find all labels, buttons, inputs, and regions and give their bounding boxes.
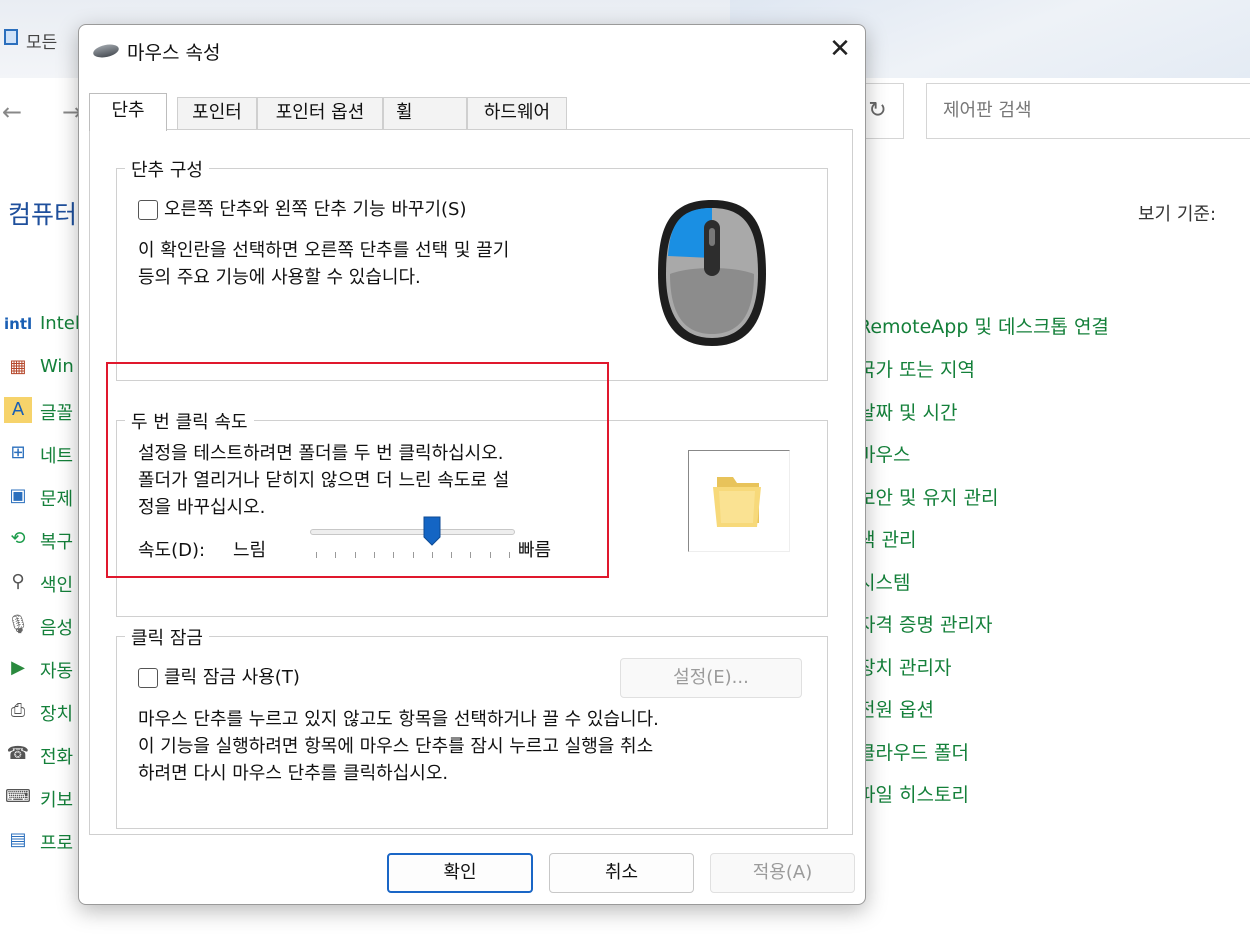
button-config-legend: 단추 구성: [125, 156, 209, 182]
double-click-legend: 두 번 클릭 속도: [125, 408, 254, 434]
list-item[interactable]: 장치 관리자: [858, 653, 951, 680]
slider-tick: [316, 552, 317, 558]
click-lock-settings-button[interactable]: 설정(E)...: [620, 658, 802, 698]
slider-tick: [373, 552, 375, 558]
list-item[interactable]: 보안 및 유지 관리: [858, 483, 998, 510]
list-item[interactable]: 날짜 및 시간: [858, 398, 957, 425]
switch-buttons-checkbox[interactable]: [138, 200, 158, 220]
control-panel-title: 모든: [26, 33, 58, 53]
click-lock-checkbox[interactable]: [138, 668, 158, 688]
list-item[interactable]: 전원 옵션: [858, 695, 934, 722]
list-item[interactable]: ▶ 자동: [0, 649, 80, 685]
list-item[interactable]: ⟲ 복구: [0, 520, 80, 556]
speed-label: 속도(D):: [138, 540, 206, 561]
tab-buttons[interactable]: 단추: [89, 93, 167, 131]
slider-tick: [393, 552, 395, 558]
view-by-label: 보기 기준:: [1138, 204, 1217, 225]
troubleshoot-icon: ▣: [9, 485, 27, 506]
click-lock-label[interactable]: 클릭 잠금 사용(T): [164, 666, 300, 690]
button-config-desc: 등의 주요 기능에 사용할 수 있습니다.: [138, 267, 421, 288]
list-item[interactable]: ▣ 문제: [0, 477, 80, 513]
cancel-button[interactable]: 취소: [549, 853, 694, 893]
mouse-properties-dialog: 마우스 속성 ✕ 단추 포인터 포인터 옵션 휠 하드웨어 단추 구성 오른쪽 …: [78, 24, 866, 905]
tab-pointer-options[interactable]: 포인터 옵션: [257, 97, 383, 129]
click-lock-legend: 클릭 잠금: [125, 624, 209, 650]
search-input[interactable]: 제어판 검색: [926, 83, 1250, 139]
control-panel-icon: [4, 29, 18, 45]
mouse-illustration: [614, 174, 810, 372]
programs-icon: ▤: [9, 829, 27, 850]
list-item[interactable]: 🎙 음성: [0, 606, 80, 642]
click-lock-desc: 하려면 다시 마우스 단추를 클릭하십시오.: [138, 763, 449, 784]
slow-label: 느림: [233, 540, 267, 561]
tab-pointers[interactable]: 포인터: [177, 97, 257, 129]
button-config-desc: 이 확인란을 선택하면 오른쪽 단추를 선택 및 끌기: [138, 240, 510, 261]
list-item[interactable]: 클라우드 폴더: [858, 738, 969, 765]
switch-buttons-label[interactable]: 오른쪽 단추와 왼쪽 단추 기능 바꾸기(S): [164, 198, 466, 222]
list-item[interactable]: ▤ 프로: [0, 821, 80, 857]
test-folder-area[interactable]: [688, 450, 790, 552]
network-icon: ⊞: [10, 442, 26, 463]
double-click-desc: 폴더가 열리거나 닫히지 않으면 더 느린 속도로 설: [138, 470, 510, 491]
speed-slider-track[interactable]: [310, 529, 515, 535]
list-item[interactable]: RemoteApp 및 데스크톱 연결: [858, 312, 1109, 339]
double-click-desc: 정을 바꾸십시오.: [138, 497, 266, 518]
close-button[interactable]: ✕: [817, 31, 863, 67]
list-item[interactable]: 색 관리: [858, 525, 916, 552]
list-item[interactable]: ⌨ 키보: [0, 778, 80, 814]
ok-button[interactable]: 확인: [387, 853, 533, 893]
click-lock-desc: 이 기능을 실행하려면 항목에 마우스 단추를 잠시 누르고 실행을 취소: [138, 736, 654, 757]
slider-tick: [509, 552, 510, 558]
mouse-icon: [92, 42, 120, 60]
tab-hardware[interactable]: 하드웨어: [467, 97, 567, 129]
slider-tick: [451, 552, 453, 558]
list-item[interactable]: A 글꼴: [0, 391, 80, 427]
firewall-icon: ▦: [9, 356, 27, 377]
microphone-icon: 🎙: [6, 614, 30, 635]
keyboard-icon: ⌨: [5, 786, 31, 807]
font-icon: A: [4, 397, 32, 423]
slider-tick: [431, 552, 433, 558]
devices-icon: ⎙: [10, 700, 26, 721]
recovery-icon: ⟲: [10, 528, 26, 549]
tab-panel-buttons: 단추 구성 오른쪽 단추와 왼쪽 단추 기능 바꾸기(S) 이 확인란을 선택하…: [89, 129, 853, 835]
dialog-title: 마우스 속성: [127, 42, 221, 64]
refresh-icon: ↻: [868, 98, 887, 123]
list-item[interactable]: ⎙ 장치: [0, 692, 80, 728]
slider-tick: [335, 552, 337, 558]
list-item[interactable]: intl Intel: [0, 305, 80, 341]
list-item[interactable]: 국가 또는 지역: [858, 355, 975, 382]
intel-icon: intl: [4, 315, 33, 333]
list-item[interactable]: ☎ 전화: [0, 735, 80, 771]
slider-tick: [412, 552, 414, 558]
page-heading: 컴퓨터: [8, 200, 78, 229]
autoplay-icon: ▶: [11, 657, 25, 678]
slider-tick: [354, 552, 356, 558]
speed-slider-thumb[interactable]: [423, 516, 441, 546]
apply-button[interactable]: 적용(A): [710, 853, 855, 893]
list-item[interactable]: 자격 증명 관리자: [858, 610, 992, 637]
fast-label: 빠름: [518, 540, 552, 561]
list-item[interactable]: ⊞ 네트: [0, 434, 80, 470]
slider-tick: [470, 552, 472, 558]
tab-wheel[interactable]: 휠: [383, 97, 467, 129]
list-item[interactable]: ⚲ 색인: [0, 563, 80, 599]
list-item[interactable]: 파일 히스토리: [858, 780, 969, 807]
click-lock-desc: 마우스 단추를 누르고 있지 않고도 항목을 선택하거나 끌 수 있습니다.: [138, 709, 659, 730]
folder-icon: [713, 477, 761, 527]
slider-tick: [489, 552, 491, 558]
back-arrow-icon[interactable]: ←: [2, 98, 22, 126]
phone-icon: ☎: [6, 743, 30, 764]
mouse-image-icon: [658, 200, 766, 346]
double-click-desc: 설정을 테스트하려면 폴더를 두 번 클릭하십시오.: [138, 443, 504, 464]
list-item[interactable]: ▦ Win: [0, 348, 80, 384]
close-icon: ✕: [829, 34, 851, 64]
indexing-icon: ⚲: [11, 571, 25, 592]
